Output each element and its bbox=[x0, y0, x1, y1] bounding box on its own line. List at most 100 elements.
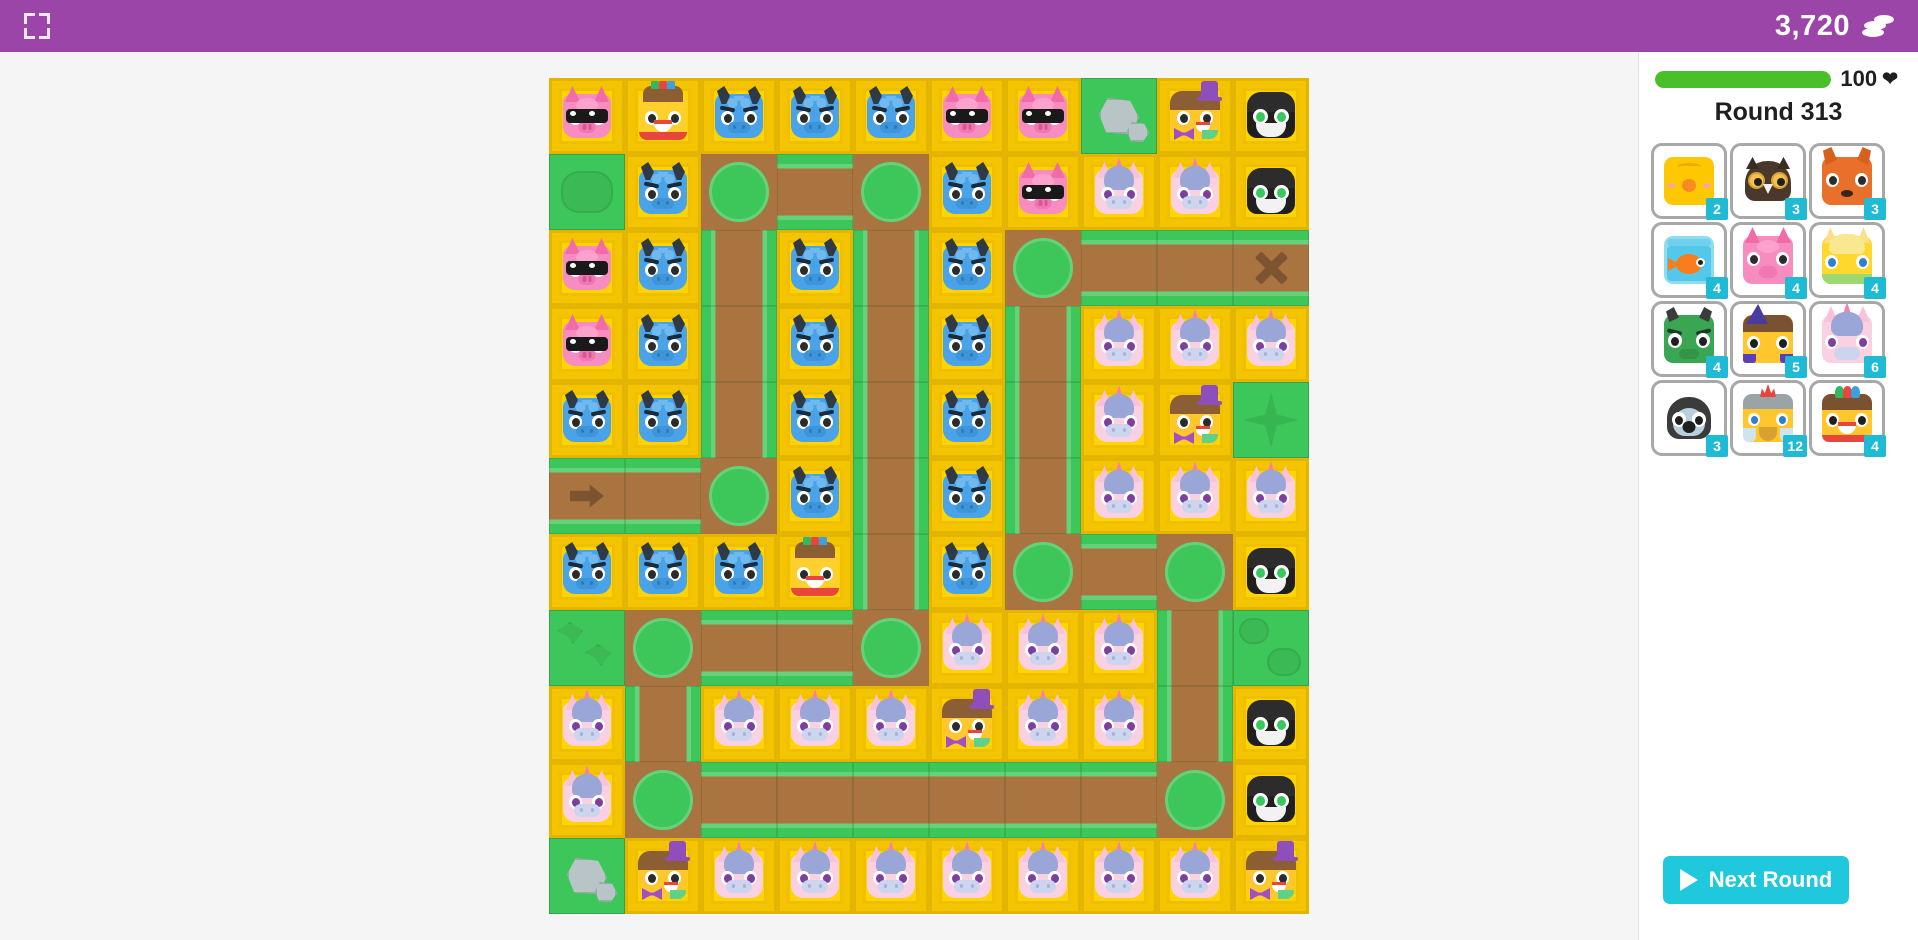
tower-dragon[interactable] bbox=[929, 534, 1005, 610]
path-tile bbox=[1081, 762, 1157, 838]
tower-gentleman[interactable] bbox=[929, 686, 1005, 762]
tower-gentleman[interactable] bbox=[1157, 78, 1233, 154]
tower-unicorn[interactable] bbox=[1233, 458, 1309, 534]
tower-dragon[interactable] bbox=[625, 306, 701, 382]
tower-dragon[interactable] bbox=[701, 78, 777, 154]
tower-dragon[interactable] bbox=[777, 306, 853, 382]
tower-dragon[interactable] bbox=[701, 534, 777, 610]
tower-dragon[interactable] bbox=[853, 78, 929, 154]
tower-unicorn[interactable] bbox=[1005, 610, 1081, 686]
card-cost: 4 bbox=[1785, 277, 1807, 299]
tower-dragon[interactable] bbox=[625, 382, 701, 458]
card-dino[interactable]: 4 bbox=[1651, 301, 1728, 378]
tower-dragon[interactable] bbox=[777, 78, 853, 154]
tower-frame bbox=[939, 390, 995, 448]
tower-unicorn[interactable] bbox=[1233, 306, 1309, 382]
tower-unicorn[interactable] bbox=[1005, 686, 1081, 762]
fullscreen-icon[interactable] bbox=[22, 11, 52, 41]
tower-dragon[interactable] bbox=[625, 534, 701, 610]
card-chick[interactable]: 2 bbox=[1651, 143, 1728, 220]
tower-unicorn[interactable] bbox=[701, 838, 777, 914]
grass-tile[interactable] bbox=[1233, 382, 1309, 458]
tower-jester[interactable] bbox=[777, 534, 853, 610]
card-penguin[interactable]: 3 bbox=[1651, 380, 1728, 457]
tower-unicorn[interactable] bbox=[1157, 306, 1233, 382]
tower-dragon[interactable] bbox=[777, 458, 853, 534]
card-fox[interactable]: 3 bbox=[1809, 143, 1886, 220]
tower-unicorn[interactable] bbox=[777, 686, 853, 762]
tower-dragon[interactable] bbox=[777, 382, 853, 458]
tower-pig[interactable] bbox=[1005, 78, 1081, 154]
tower-pig[interactable] bbox=[549, 306, 625, 382]
tower-dragon[interactable] bbox=[625, 230, 701, 306]
card-unicorn[interactable]: 6 bbox=[1809, 301, 1886, 378]
card-pig[interactable]: 4 bbox=[1730, 222, 1807, 299]
card-king[interactable]: 12 bbox=[1730, 380, 1807, 457]
grass-tile[interactable] bbox=[549, 838, 625, 914]
tower-gentleman[interactable] bbox=[1233, 838, 1309, 914]
game-canvas[interactable] bbox=[0, 52, 1638, 940]
dragon-icon bbox=[943, 162, 991, 214]
tower-unicorn[interactable] bbox=[1157, 154, 1233, 230]
tower-unicorn[interactable] bbox=[853, 838, 929, 914]
tower-frame bbox=[559, 238, 615, 296]
rock-decor bbox=[1127, 122, 1149, 142]
tower-frame bbox=[1015, 689, 1071, 752]
tower-frame bbox=[559, 689, 615, 752]
tower-pig[interactable] bbox=[1005, 154, 1081, 230]
game-board[interactable] bbox=[549, 78, 1309, 914]
card-horse[interactable]: 4 bbox=[1809, 222, 1886, 299]
tower-dragon[interactable] bbox=[549, 534, 625, 610]
tower-dragon[interactable] bbox=[777, 230, 853, 306]
tower-unicorn[interactable] bbox=[1005, 838, 1081, 914]
next-round-button[interactable]: Next Round bbox=[1663, 856, 1849, 904]
tower-dragon[interactable] bbox=[929, 382, 1005, 458]
tower-unicorn[interactable] bbox=[1081, 838, 1157, 914]
card-wizard[interactable]: 5 bbox=[1730, 301, 1807, 378]
tower-unicorn[interactable] bbox=[1157, 838, 1233, 914]
tower-unicorn[interactable] bbox=[1081, 610, 1157, 686]
tower-unicorn[interactable] bbox=[853, 686, 929, 762]
card-fish[interactable]: 4 bbox=[1651, 222, 1728, 299]
tower-unicorn[interactable] bbox=[701, 686, 777, 762]
tower-dragon[interactable] bbox=[625, 154, 701, 230]
tower-dragon[interactable] bbox=[549, 382, 625, 458]
tower-blackcat[interactable] bbox=[1233, 534, 1309, 610]
tower-jester[interactable] bbox=[625, 78, 701, 154]
tower-unicorn[interactable] bbox=[549, 686, 625, 762]
tower-dragon[interactable] bbox=[929, 230, 1005, 306]
tower-unicorn[interactable] bbox=[1081, 306, 1157, 382]
tower-blackcat[interactable] bbox=[1233, 154, 1309, 230]
grass-tile[interactable] bbox=[549, 610, 625, 686]
tower-frame bbox=[1243, 696, 1299, 752]
tower-blackcat[interactable] bbox=[1233, 762, 1309, 838]
tower-gentleman[interactable] bbox=[1157, 382, 1233, 458]
card-owl[interactable]: 3 bbox=[1730, 143, 1807, 220]
tower-unicorn[interactable] bbox=[777, 838, 853, 914]
tower-dragon[interactable] bbox=[929, 458, 1005, 534]
tower-unicorn[interactable] bbox=[929, 838, 1005, 914]
tower-blackcat[interactable] bbox=[1233, 686, 1309, 762]
tower-dragon[interactable] bbox=[929, 154, 1005, 230]
grass-tile[interactable] bbox=[549, 154, 625, 230]
grass-tile[interactable] bbox=[1081, 78, 1157, 154]
path-tile bbox=[701, 154, 777, 230]
tower-pig[interactable] bbox=[549, 78, 625, 154]
tower-pig[interactable] bbox=[929, 78, 1005, 154]
grass-tile[interactable] bbox=[1233, 610, 1309, 686]
tower-dragon[interactable] bbox=[929, 306, 1005, 382]
card-jester[interactable]: 4 bbox=[1809, 380, 1886, 457]
tower-unicorn[interactable] bbox=[1081, 154, 1157, 230]
tower-unicorn[interactable] bbox=[549, 762, 625, 838]
tower-unicorn[interactable] bbox=[1081, 382, 1157, 458]
card-tray[interactable]: 2 3 3 4 4 4 4 5 6 3 12 4 bbox=[1639, 127, 1918, 457]
path-tile bbox=[1005, 458, 1081, 534]
path-tile bbox=[1005, 382, 1081, 458]
tower-pig[interactable] bbox=[549, 230, 625, 306]
tower-unicorn[interactable] bbox=[1081, 686, 1157, 762]
tower-unicorn[interactable] bbox=[929, 610, 1005, 686]
tower-gentleman[interactable] bbox=[625, 838, 701, 914]
tower-unicorn[interactable] bbox=[1081, 458, 1157, 534]
tower-blackcat[interactable] bbox=[1233, 78, 1309, 154]
tower-unicorn[interactable] bbox=[1157, 458, 1233, 534]
